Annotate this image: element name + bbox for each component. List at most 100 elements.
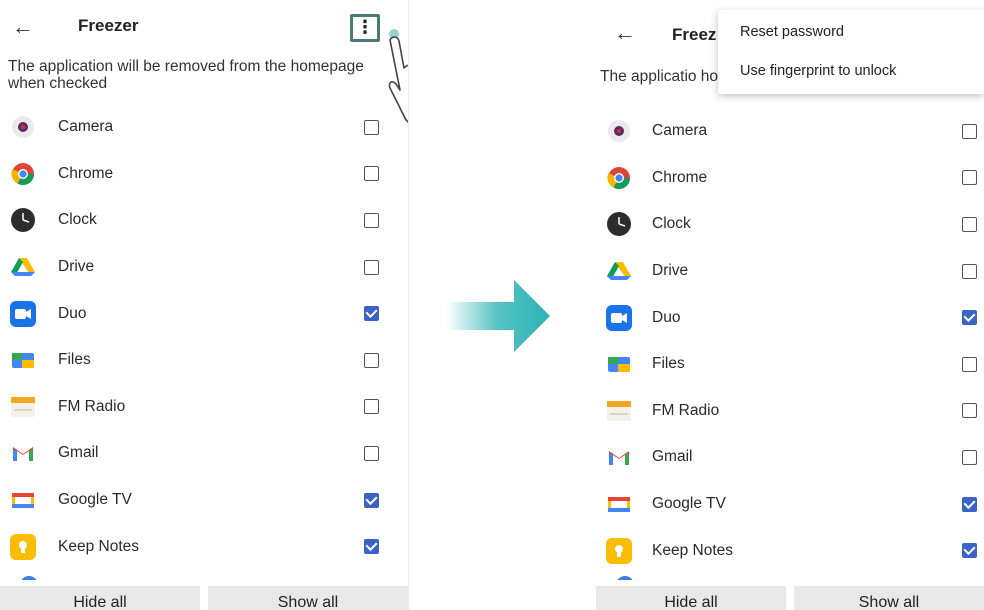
chrome-icon (606, 165, 632, 191)
app-label: Gmail (58, 444, 99, 462)
list-item[interactable]: Clock (0, 197, 408, 244)
app-icon-partial (616, 576, 634, 580)
google-tv-icon (10, 487, 36, 513)
hide-all-button[interactable]: Hide all (0, 586, 200, 610)
list-item[interactable]: Chrome (0, 151, 408, 198)
list-item[interactable]: Google TV (596, 481, 984, 528)
list-item[interactable]: Drive (0, 244, 408, 291)
gmail-icon (10, 440, 36, 466)
app-label: Files (652, 355, 685, 373)
app-checkbox[interactable] (962, 449, 977, 465)
app-label: Gmail (652, 448, 693, 466)
app-checkbox[interactable] (962, 496, 977, 512)
description-text: The application will be removed from the… (8, 58, 364, 92)
list-item[interactable]: FM Radio (596, 388, 984, 435)
drive-icon (606, 258, 632, 284)
hide-all-button[interactable]: Hide all (596, 586, 786, 610)
list-item[interactable]: Chrome (596, 155, 984, 202)
chrome-icon (10, 161, 36, 187)
list-item[interactable]: Camera (0, 104, 408, 151)
drive-icon (10, 254, 36, 280)
app-checkbox[interactable] (962, 310, 977, 326)
app-label: Clock (58, 211, 97, 229)
app-checkbox[interactable] (364, 539, 379, 555)
use-fingerprint-item[interactable]: Use fingerprint to unlock (740, 63, 896, 79)
list-item[interactable]: FM Radio (0, 384, 408, 431)
app-checkbox[interactable] (364, 212, 379, 228)
app-checkbox[interactable] (364, 166, 379, 182)
list-item[interactable]: Clock (596, 201, 984, 248)
app-checkbox[interactable] (364, 306, 379, 322)
app-checkbox[interactable] (962, 543, 977, 559)
camera-icon (606, 118, 632, 144)
app-label: Google TV (58, 491, 132, 509)
top-bar: ← Freezer ⋮ (0, 0, 408, 60)
more-vertical-icon: ⋮ (356, 16, 374, 37)
clock-icon (606, 211, 632, 237)
list-item[interactable]: Keep Notes (596, 527, 984, 574)
list-item[interactable]: Files (0, 337, 408, 384)
app-label: Keep Notes (58, 537, 139, 555)
app-checkbox[interactable] (364, 352, 379, 368)
app-label: Drive (652, 262, 689, 280)
app-checkbox[interactable] (364, 259, 379, 275)
duo-icon (10, 300, 36, 327)
keep-notes-icon (606, 537, 632, 564)
app-checkbox[interactable] (364, 399, 379, 415)
list-item[interactable]: Files (596, 341, 984, 388)
app-label: Google TV (652, 495, 726, 513)
app-label: Keep Notes (652, 541, 733, 559)
app-checkbox[interactable] (364, 119, 379, 135)
camera-icon (10, 114, 36, 140)
list-item-partial (596, 568, 984, 580)
clock-icon (10, 207, 36, 233)
app-checkbox[interactable] (962, 216, 977, 232)
arrow-left-icon[interactable]: ← (8, 12, 38, 42)
tap-hand-icon (388, 29, 408, 123)
list-item[interactable]: Keep Notes (0, 523, 408, 570)
app-label: Files (58, 351, 91, 369)
fm-radio-icon (606, 398, 632, 424)
app-checkbox[interactable] (364, 492, 379, 508)
list-item[interactable]: Duo (596, 294, 984, 341)
app-checkbox[interactable] (962, 263, 977, 279)
arrow-left-icon[interactable]: ← (610, 18, 640, 48)
app-label: Chrome (58, 164, 114, 182)
app-checkbox[interactable] (364, 445, 379, 461)
google-tv-icon (606, 491, 632, 517)
list-item[interactable]: Gmail (0, 430, 408, 477)
page-title: Freez (672, 25, 717, 44)
duo-icon (606, 304, 632, 331)
app-label: FM Radio (652, 401, 720, 419)
app-checkbox[interactable] (962, 123, 977, 139)
more-menu-button[interactable]: ⋮ (350, 14, 380, 42)
page-title: Freezer (78, 16, 139, 35)
reset-password-item[interactable]: Reset password (740, 24, 844, 40)
right-screen: ← Freez The applicatio homepage when che… (596, 0, 984, 610)
show-all-button[interactable]: Show all (794, 586, 984, 610)
app-checkbox[interactable] (962, 170, 977, 186)
app-list: Camera Chrome Clock Drive Duo Files FM R… (0, 104, 408, 570)
app-list: Camera Chrome Clock Drive Duo Files FM R… (596, 108, 984, 574)
app-label: Clock (652, 215, 691, 233)
list-item[interactable]: Camera (596, 108, 984, 155)
gmail-icon (606, 444, 632, 470)
app-checkbox[interactable] (962, 403, 977, 419)
list-item[interactable]: Gmail (596, 434, 984, 481)
app-label: Duo (58, 304, 87, 322)
app-label: Drive (58, 258, 95, 276)
list-item[interactable]: Google TV (0, 477, 408, 524)
files-icon (606, 351, 632, 377)
app-checkbox[interactable] (962, 356, 977, 372)
app-label: Chrome (652, 168, 708, 186)
app-label: Camera (58, 118, 114, 136)
app-label: FM Radio (58, 397, 126, 415)
fm-radio-icon (10, 394, 36, 420)
app-label: Duo (652, 308, 681, 326)
transition-arrow-icon (446, 280, 550, 352)
list-item[interactable]: Duo (0, 290, 408, 337)
list-item-partial (0, 568, 408, 580)
show-all-button[interactable]: Show all (208, 586, 408, 610)
overflow-menu: Reset password Use fingerprint to unlock (718, 10, 984, 94)
list-item[interactable]: Drive (596, 248, 984, 295)
